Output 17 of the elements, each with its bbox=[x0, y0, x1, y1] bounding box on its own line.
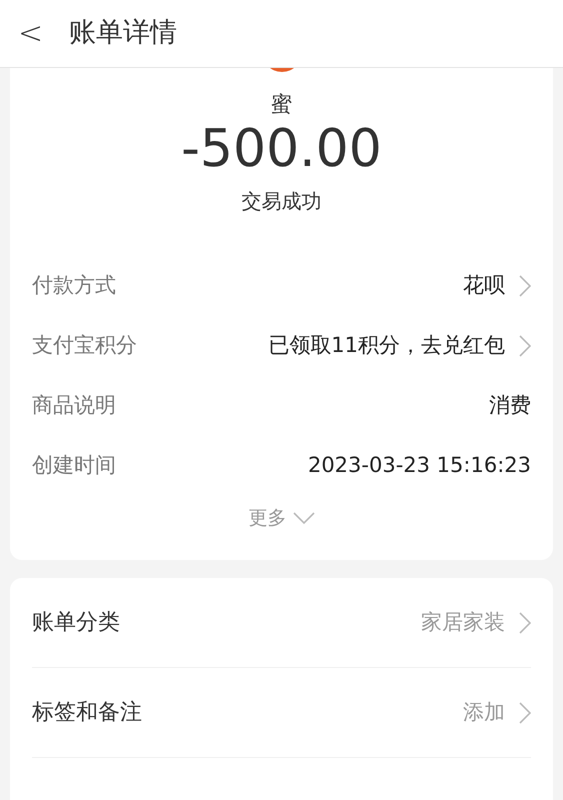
field-label: 支付宝积分 bbox=[32, 332, 137, 359]
field-label: 商品说明 bbox=[32, 392, 116, 419]
field-label: 创建时间 bbox=[32, 452, 116, 479]
field-value: 2023-03-23 15:16:23 bbox=[308, 452, 531, 479]
chevron-right-icon bbox=[519, 274, 531, 297]
amount: -500.00 bbox=[181, 118, 382, 178]
page-title: 账单详情 bbox=[69, 16, 178, 50]
setting-label: 标签和备注 bbox=[32, 699, 142, 728]
field-label: 付款方式 bbox=[32, 272, 116, 299]
merchant-name: 蜜 bbox=[271, 92, 292, 116]
setting-label: 账单分类 bbox=[32, 609, 120, 638]
back-button[interactable]: < bbox=[14, 18, 48, 48]
field-link[interactable]: 已领取11积分，去兑红包 bbox=[268, 330, 505, 362]
chevron-right-icon bbox=[519, 334, 531, 357]
field-value: 消费 bbox=[489, 392, 531, 419]
field-link[interactable]: 花呗 bbox=[463, 270, 505, 302]
transaction-status: 交易成功 bbox=[242, 188, 322, 213]
